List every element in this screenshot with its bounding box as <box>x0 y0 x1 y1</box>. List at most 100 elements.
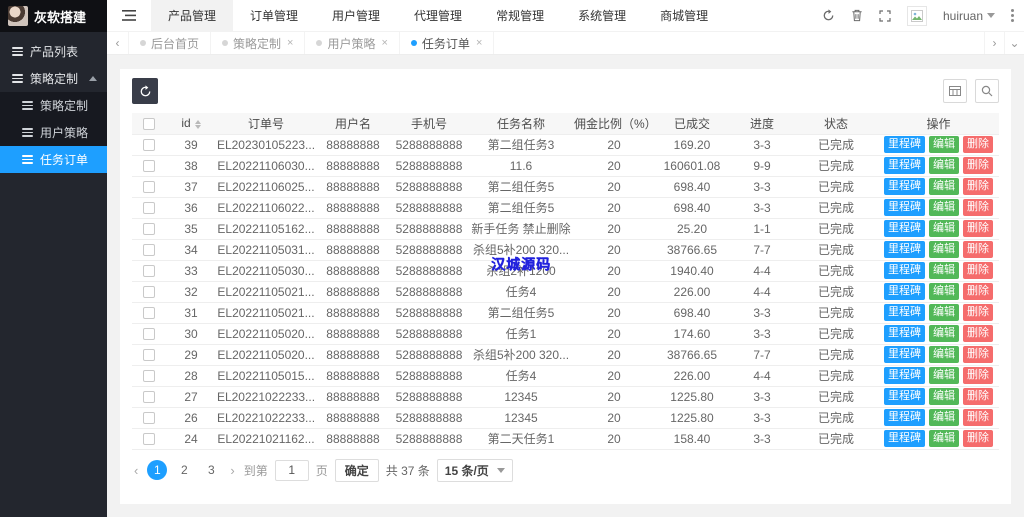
edit-button[interactable]: 编辑 <box>929 346 959 363</box>
delete-button[interactable]: 删除 <box>963 241 993 258</box>
milestone-button[interactable]: 里程碑 <box>884 136 925 153</box>
milestone-button[interactable]: 里程碑 <box>884 367 925 384</box>
tab-close-icon[interactable]: × <box>287 37 293 49</box>
delete-button[interactable]: 删除 <box>963 346 993 363</box>
edit-button[interactable]: 编辑 <box>929 367 959 384</box>
milestone-button[interactable]: 里程碑 <box>884 346 925 363</box>
milestone-button[interactable]: 里程碑 <box>884 304 925 321</box>
edit-button[interactable]: 编辑 <box>929 262 959 279</box>
edit-button[interactable]: 编辑 <box>929 178 959 195</box>
delete-button[interactable]: 删除 <box>963 136 993 153</box>
milestone-button[interactable]: 里程碑 <box>884 262 925 279</box>
next-page-icon[interactable]: › <box>228 463 236 478</box>
milestone-button[interactable]: 里程碑 <box>884 283 925 300</box>
delete-button[interactable]: 删除 <box>963 325 993 342</box>
tabs-menu-chevron-down-icon[interactable]: ⌄ <box>1004 32 1024 54</box>
confirm-page-button[interactable]: 确定 <box>334 458 379 482</box>
tab-dashboard[interactable]: 后台首页 <box>129 32 212 54</box>
fullscreen-icon[interactable] <box>879 9 891 22</box>
page-number-3[interactable]: 3 <box>201 460 221 480</box>
delete-button[interactable]: 删除 <box>963 220 993 237</box>
edit-button[interactable]: 编辑 <box>929 325 959 342</box>
sidebar-item-user-strategy[interactable]: 用户策略 <box>0 119 107 146</box>
nav-item-agent[interactable]: 代理管理 <box>397 0 479 32</box>
row-checkbox[interactable] <box>143 286 155 299</box>
delete-button[interactable]: 删除 <box>963 283 993 300</box>
sidebar-item-strategy-group[interactable]: 策略定制 <box>0 65 107 92</box>
page-input[interactable] <box>274 459 309 481</box>
table-refresh-button[interactable] <box>132 78 158 104</box>
more-options-icon[interactable] <box>1011 9 1014 22</box>
row-checkbox[interactable] <box>143 181 155 194</box>
row-checkbox[interactable] <box>143 370 155 383</box>
row-checkbox[interactable] <box>143 223 155 236</box>
search-icon[interactable] <box>975 79 999 103</box>
row-checkbox[interactable] <box>143 412 155 425</box>
milestone-button[interactable]: 里程碑 <box>884 241 925 258</box>
milestone-button[interactable]: 里程碑 <box>884 388 925 405</box>
select-all-checkbox[interactable] <box>143 118 155 131</box>
row-checkbox[interactable] <box>143 307 155 320</box>
columns-filter-icon[interactable] <box>943 79 967 103</box>
refresh-icon[interactable] <box>822 9 835 22</box>
delete-button[interactable]: 删除 <box>963 367 993 384</box>
trash-icon[interactable] <box>851 9 863 22</box>
collapse-sidebar-icon[interactable] <box>107 10 151 21</box>
edit-button[interactable]: 编辑 <box>929 157 959 174</box>
sort-icon[interactable] <box>194 119 201 129</box>
row-checkbox[interactable] <box>143 328 155 341</box>
delete-button[interactable]: 删除 <box>963 157 993 174</box>
tab-strategy-config[interactable]: 策略定制 × <box>211 32 306 54</box>
tab-task-orders[interactable]: 任务订单 × <box>400 32 495 54</box>
sidebar-item-product-list[interactable]: 产品列表 <box>0 38 107 65</box>
nav-item-mall[interactable]: 商城管理 <box>643 0 725 32</box>
nav-item-product[interactable]: 产品管理 <box>151 0 234 32</box>
edit-button[interactable]: 编辑 <box>929 304 959 321</box>
user-menu[interactable]: huiruan <box>943 9 995 23</box>
row-checkbox[interactable] <box>143 391 155 404</box>
nav-item-system[interactable]: 系统管理 <box>561 0 643 32</box>
delete-button[interactable]: 删除 <box>963 409 993 426</box>
tabs-scroll-right-icon[interactable]: › <box>984 32 1004 54</box>
delete-button[interactable]: 删除 <box>963 304 993 321</box>
edit-button[interactable]: 编辑 <box>929 283 959 300</box>
sidebar-item-strategy-config[interactable]: 策略定制 <box>0 92 107 119</box>
row-checkbox[interactable] <box>143 433 155 446</box>
row-checkbox[interactable] <box>143 349 155 362</box>
page-number-1[interactable]: 1 <box>147 460 168 480</box>
tab-user-strategy[interactable]: 用户策略 × <box>305 32 400 54</box>
milestone-button[interactable]: 里程碑 <box>884 325 925 342</box>
delete-button[interactable]: 删除 <box>963 262 993 279</box>
row-checkbox[interactable] <box>143 202 155 215</box>
edit-button[interactable]: 编辑 <box>929 136 959 153</box>
tabs-scroll-left-icon[interactable]: ‹ <box>107 32 129 54</box>
row-checkbox[interactable] <box>143 139 155 152</box>
nav-item-order[interactable]: 订单管理 <box>233 0 315 32</box>
delete-button[interactable]: 删除 <box>963 178 993 195</box>
prev-page-icon[interactable]: ‹ <box>132 463 140 478</box>
page-number-2[interactable]: 2 <box>174 460 194 480</box>
delete-button[interactable]: 删除 <box>963 199 993 216</box>
edit-button[interactable]: 编辑 <box>929 388 959 405</box>
edit-button[interactable]: 编辑 <box>929 241 959 258</box>
edit-button[interactable]: 编辑 <box>929 199 959 216</box>
milestone-button[interactable]: 里程碑 <box>884 430 925 447</box>
delete-button[interactable]: 删除 <box>963 430 993 447</box>
row-checkbox[interactable] <box>143 265 155 278</box>
milestone-button[interactable]: 里程碑 <box>884 220 925 237</box>
row-checkbox[interactable] <box>143 160 155 173</box>
nav-item-user[interactable]: 用户管理 <box>315 0 397 32</box>
tab-close-icon[interactable]: × <box>381 37 387 49</box>
edit-button[interactable]: 编辑 <box>929 220 959 237</box>
milestone-button[interactable]: 里程碑 <box>884 178 925 195</box>
milestone-button[interactable]: 里程碑 <box>884 199 925 216</box>
edit-button[interactable]: 编辑 <box>929 430 959 447</box>
milestone-button[interactable]: 里程碑 <box>884 409 925 426</box>
milestone-button[interactable]: 里程碑 <box>884 157 925 174</box>
row-checkbox[interactable] <box>143 244 155 257</box>
tab-close-icon[interactable]: × <box>476 37 482 49</box>
edit-button[interactable]: 编辑 <box>929 409 959 426</box>
nav-item-general[interactable]: 常规管理 <box>479 0 561 32</box>
sidebar-item-task-orders[interactable]: 任务订单 <box>0 146 107 173</box>
user-avatar-broken-image-icon[interactable] <box>906 5 927 26</box>
